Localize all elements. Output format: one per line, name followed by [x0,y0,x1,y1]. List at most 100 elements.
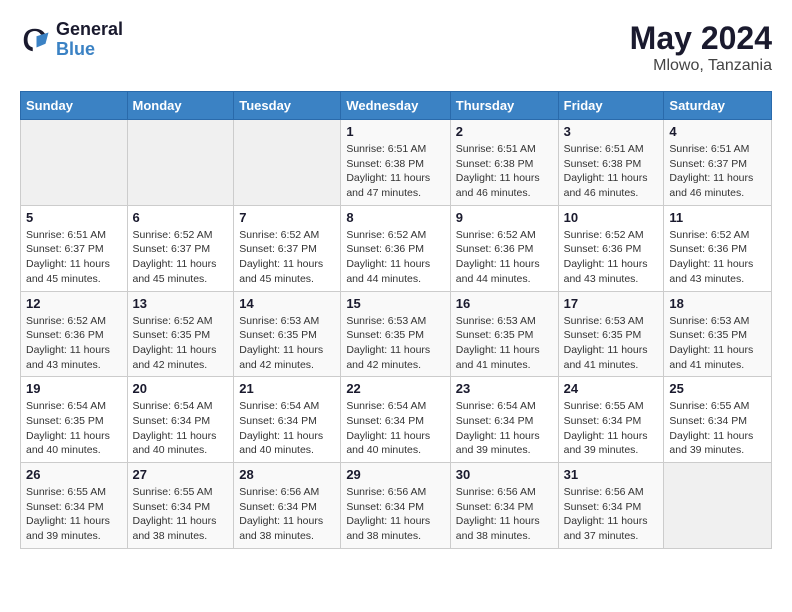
day-info: Sunrise: 6:52 AM Sunset: 6:35 PM Dayligh… [133,314,229,373]
day-number: 30 [456,467,553,482]
calendar-cell: 23 Sunrise: 6:54 AM Sunset: 6:34 PM Dayli… [450,377,558,463]
calendar-cell [127,120,234,206]
day-number: 4 [669,124,766,139]
day-number: 21 [239,381,335,396]
day-number: 23 [456,381,553,396]
day-header-sunday: Sunday [21,92,128,120]
day-number: 12 [26,296,122,311]
day-info: Sunrise: 6:52 AM Sunset: 6:36 PM Dayligh… [564,228,659,287]
day-number: 29 [346,467,444,482]
day-info: Sunrise: 6:51 AM Sunset: 6:37 PM Dayligh… [26,228,122,287]
calendar-week-row: 1 Sunrise: 6:51 AM Sunset: 6:38 PM Daylig… [21,120,772,206]
day-info: Sunrise: 6:54 AM Sunset: 6:34 PM Dayligh… [133,399,229,458]
calendar-body: 1 Sunrise: 6:51 AM Sunset: 6:38 PM Daylig… [21,120,772,549]
day-number: 14 [239,296,335,311]
day-number: 18 [669,296,766,311]
day-info: Sunrise: 6:52 AM Sunset: 6:36 PM Dayligh… [456,228,553,287]
calendar-cell: 24 Sunrise: 6:55 AM Sunset: 6:34 PM Dayli… [558,377,664,463]
day-info: Sunrise: 6:53 AM Sunset: 6:35 PM Dayligh… [669,314,766,373]
day-number: 3 [564,124,659,139]
day-info: Sunrise: 6:55 AM Sunset: 6:34 PM Dayligh… [564,399,659,458]
logo: General Blue [20,20,123,60]
calendar-week-row: 5 Sunrise: 6:51 AM Sunset: 6:37 PM Daylig… [21,205,772,291]
day-number: 11 [669,210,766,225]
day-info: Sunrise: 6:54 AM Sunset: 6:35 PM Dayligh… [26,399,122,458]
day-info: Sunrise: 6:53 AM Sunset: 6:35 PM Dayligh… [456,314,553,373]
day-info: Sunrise: 6:53 AM Sunset: 6:35 PM Dayligh… [346,314,444,373]
logo-text: General Blue [56,20,123,60]
day-info: Sunrise: 6:51 AM Sunset: 6:37 PM Dayligh… [669,142,766,201]
calendar-cell: 14 Sunrise: 6:53 AM Sunset: 6:35 PM Dayli… [234,291,341,377]
day-number: 22 [346,381,444,396]
calendar-cell: 28Sunrise: 6:56 AM Sunset: 6:34 PM Dayli… [234,463,341,549]
day-number: 16 [456,296,553,311]
calendar-cell: 25 Sunrise: 6:55 AM Sunset: 6:34 PM Dayli… [664,377,772,463]
calendar-cell: 20 Sunrise: 6:54 AM Sunset: 6:34 PM Dayli… [127,377,234,463]
calendar-cell: 9 Sunrise: 6:52 AM Sunset: 6:36 PM Daylig… [450,205,558,291]
day-info: Sunrise: 6:55 AM Sunset: 6:34 PM Dayligh… [669,399,766,458]
day-number: 1 [346,124,444,139]
day-info: Sunrise: 6:53 AM Sunset: 6:35 PM Dayligh… [239,314,335,373]
day-number: 25 [669,381,766,396]
day-info: Sunrise: 6:52 AM Sunset: 6:36 PM Dayligh… [346,228,444,287]
calendar-cell: 16 Sunrise: 6:53 AM Sunset: 6:35 PM Dayli… [450,291,558,377]
day-number: 5 [26,210,122,225]
day-header-thursday: Thursday [450,92,558,120]
day-info: Sunrise: 6:54 AM Sunset: 6:34 PM Dayligh… [239,399,335,458]
calendar-cell: 19 Sunrise: 6:54 AM Sunset: 6:35 PM Dayli… [21,377,128,463]
day-info: Sunrise: 6:52 AM Sunset: 6:36 PM Dayligh… [669,228,766,287]
calendar-cell: 11 Sunrise: 6:52 AM Sunset: 6:36 PM Dayli… [664,205,772,291]
day-number: 20 [133,381,229,396]
day-info: Sunrise: 6:51 AM Sunset: 6:38 PM Dayligh… [456,142,553,201]
calendar-header-row: SundayMondayTuesdayWednesdayThursdayFrid… [21,92,772,120]
calendar-cell: 2Sunrise: 6:51 AM Sunset: 6:38 PM Daylig… [450,120,558,206]
calendar-cell: 12 Sunrise: 6:52 AM Sunset: 6:36 PM Dayli… [21,291,128,377]
calendar-cell: 3 Sunrise: 6:51 AM Sunset: 6:38 PM Daylig… [558,120,664,206]
calendar-cell: 31Sunrise: 6:56 AM Sunset: 6:34 PM Dayli… [558,463,664,549]
day-info: Sunrise: 6:55 AM Sunset: 6:34 PM Dayligh… [26,485,122,544]
day-header-friday: Friday [558,92,664,120]
day-number: 24 [564,381,659,396]
day-info: Sunrise: 6:56 AM Sunset: 6:34 PM Dayligh… [456,485,553,544]
day-number: 13 [133,296,229,311]
day-info: Sunrise: 6:56 AM Sunset: 6:34 PM Dayligh… [564,485,659,544]
calendar-cell: 7Sunrise: 6:52 AM Sunset: 6:37 PM Daylig… [234,205,341,291]
calendar-cell: 4 Sunrise: 6:51 AM Sunset: 6:37 PM Daylig… [664,120,772,206]
day-number: 19 [26,381,122,396]
calendar-table: SundayMondayTuesdayWednesdayThursdayFrid… [20,91,772,549]
calendar-cell: 27 Sunrise: 6:55 AM Sunset: 6:34 PM Dayli… [127,463,234,549]
day-info: Sunrise: 6:51 AM Sunset: 6:38 PM Dayligh… [564,142,659,201]
calendar-cell [664,463,772,549]
logo-icon [20,25,50,55]
day-number: 17 [564,296,659,311]
day-info: Sunrise: 6:55 AM Sunset: 6:34 PM Dayligh… [133,485,229,544]
day-info: Sunrise: 6:54 AM Sunset: 6:34 PM Dayligh… [456,399,553,458]
day-number: 7 [239,210,335,225]
day-number: 28 [239,467,335,482]
day-info: Sunrise: 6:54 AM Sunset: 6:34 PM Dayligh… [346,399,444,458]
day-number: 27 [133,467,229,482]
calendar-cell: 13 Sunrise: 6:52 AM Sunset: 6:35 PM Dayli… [127,291,234,377]
day-header-tuesday: Tuesday [234,92,341,120]
day-info: Sunrise: 6:56 AM Sunset: 6:34 PM Dayligh… [346,485,444,544]
month-year-title: May 2024 [630,20,772,57]
calendar-cell: 29 Sunrise: 6:56 AM Sunset: 6:34 PM Dayli… [341,463,450,549]
day-number: 9 [456,210,553,225]
calendar-cell: 22 Sunrise: 6:54 AM Sunset: 6:34 PM Dayli… [341,377,450,463]
page-header: General Blue May 2024 Mlowo, Tanzania [20,20,772,75]
day-info: Sunrise: 6:51 AM Sunset: 6:38 PM Dayligh… [346,142,444,201]
calendar-cell: 5 Sunrise: 6:51 AM Sunset: 6:37 PM Daylig… [21,205,128,291]
day-header-monday: Monday [127,92,234,120]
day-number: 6 [133,210,229,225]
calendar-cell: 8Sunrise: 6:52 AM Sunset: 6:36 PM Daylig… [341,205,450,291]
calendar-cell [234,120,341,206]
calendar-cell: 30 Sunrise: 6:56 AM Sunset: 6:34 PM Dayli… [450,463,558,549]
day-header-wednesday: Wednesday [341,92,450,120]
calendar-week-row: 12 Sunrise: 6:52 AM Sunset: 6:36 PM Dayli… [21,291,772,377]
calendar-cell: 15 Sunrise: 6:53 AM Sunset: 6:35 PM Dayli… [341,291,450,377]
day-info: Sunrise: 6:52 AM Sunset: 6:36 PM Dayligh… [26,314,122,373]
day-number: 15 [346,296,444,311]
calendar-week-row: 26Sunrise: 6:55 AM Sunset: 6:34 PM Dayli… [21,463,772,549]
calendar-week-row: 19 Sunrise: 6:54 AM Sunset: 6:35 PM Dayli… [21,377,772,463]
calendar-cell: 18 Sunrise: 6:53 AM Sunset: 6:35 PM Dayli… [664,291,772,377]
